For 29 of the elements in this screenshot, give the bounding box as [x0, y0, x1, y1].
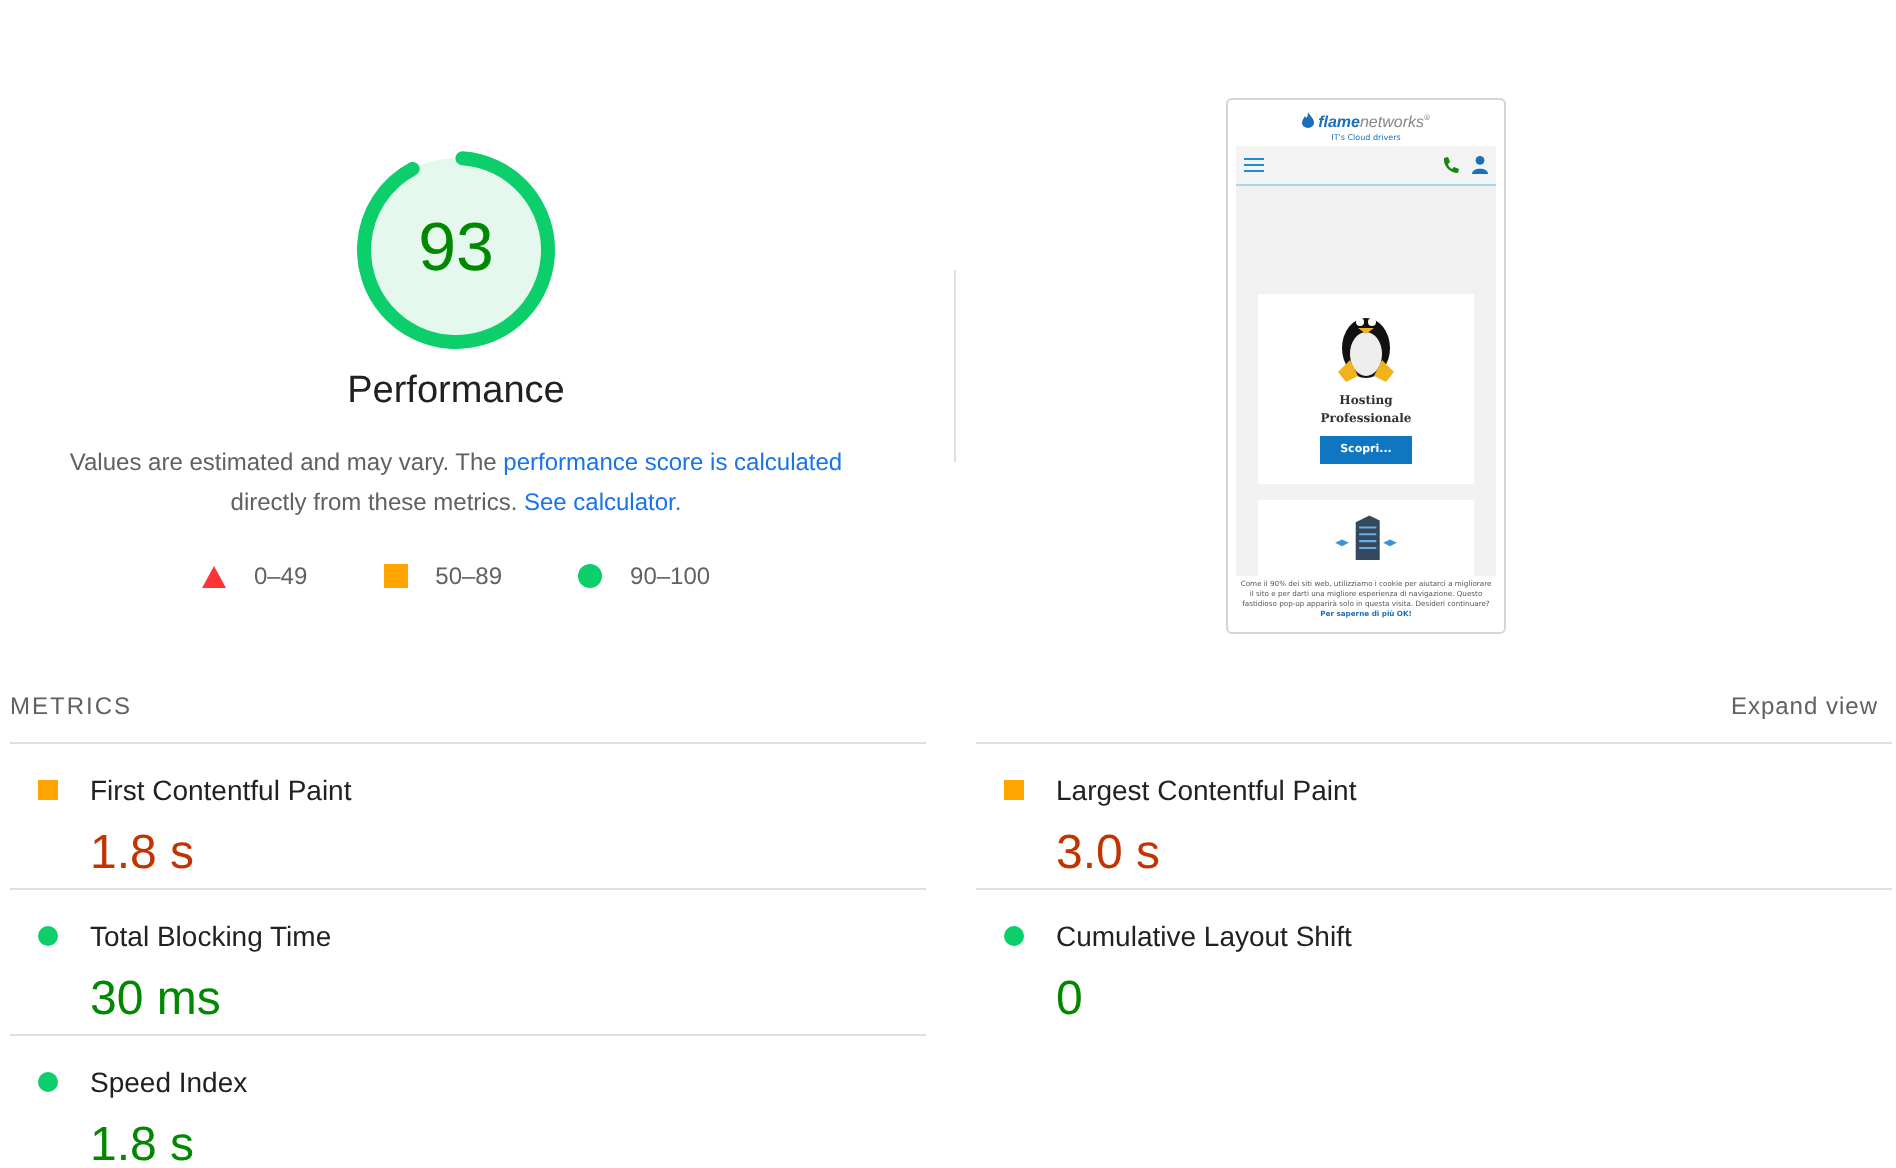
- calculator-link[interactable]: See calculator.: [523, 488, 682, 516]
- circle-icon: [38, 1072, 58, 1092]
- metric-name: Speed Index: [90, 1066, 250, 1098]
- circle-icon: [1004, 926, 1024, 946]
- metric-name: Total Blocking Time: [90, 920, 334, 952]
- metric-value: 3.0 s: [1056, 826, 1163, 882]
- user-icon[interactable]: [1472, 156, 1488, 174]
- legend-range: 50–89: [435, 562, 503, 590]
- legend-range: 0–49: [253, 562, 308, 590]
- score-value: 93: [416, 208, 496, 288]
- section-heading: METRICS: [10, 692, 132, 720]
- calculator-link[interactable]: performance score is calculated: [503, 448, 843, 476]
- phone-icon[interactable]: [1442, 156, 1460, 174]
- score-description: Values are estimated and may vary. The performance score is calculated directly from these metrics. See calculator.: [67, 446, 845, 520]
- menu-icon[interactable]: [1244, 158, 1264, 172]
- metric-value: 1.8 s: [90, 826, 197, 882]
- square-icon: [1004, 780, 1024, 800]
- metric-value: 1.8 s: [90, 1118, 197, 1168]
- metric-value: 0: [1056, 972, 1085, 1028]
- expand-view-button[interactable]: Expand view: [1730, 692, 1878, 720]
- circle-icon: [38, 926, 58, 946]
- legend-range: 90–100: [630, 562, 711, 590]
- square-icon: [38, 780, 58, 800]
- category-title: Performance: [347, 370, 565, 414]
- metric-name: First Contentful Paint: [90, 774, 354, 806]
- flame-icon: [1302, 111, 1315, 128]
- metric-name: Largest Contentful Paint: [1056, 774, 1359, 806]
- metric-value: 30 ms: [90, 972, 223, 1028]
- metric-name: Cumulative Layout Shift: [1056, 920, 1354, 952]
